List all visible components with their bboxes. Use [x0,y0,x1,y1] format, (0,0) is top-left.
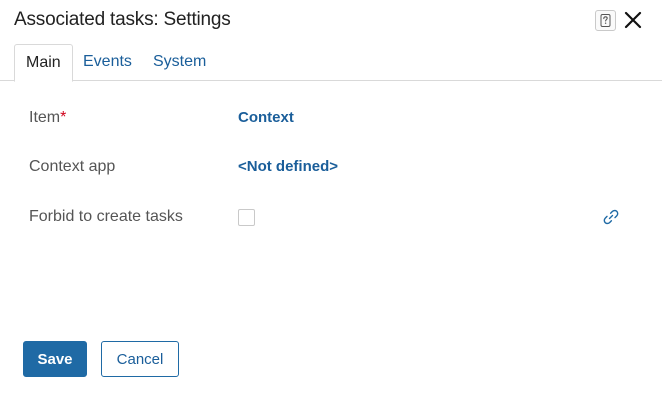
item-label: Item* [29,109,66,127]
item-label-text: Item [29,109,61,126]
dialog-header: Associated tasks: Settings [0,0,662,44]
forbid-tasks-checkbox[interactable] [238,209,255,226]
question-mark-icon [600,14,611,27]
close-button[interactable] [622,9,644,31]
link-icon [603,209,619,225]
cancel-button[interactable]: Cancel [101,341,179,377]
required-mark: * [60,109,67,126]
tab-main[interactable]: Main [14,44,73,82]
context-app-value-link[interactable]: <Not defined> [238,158,338,175]
help-button[interactable] [595,10,616,31]
item-value-link[interactable]: Context [238,109,294,126]
tab-system[interactable]: System [142,44,217,81]
tab-bar: Main Events System [0,44,662,82]
dialog-title: Associated tasks: Settings [14,9,231,30]
context-app-label: Context app [29,158,116,175]
forbid-tasks-label: Forbid to create tasks [29,208,183,225]
save-button[interactable]: Save [23,341,87,377]
tab-events[interactable]: Events [72,44,143,81]
link-button[interactable] [602,208,620,226]
close-icon [624,11,642,29]
